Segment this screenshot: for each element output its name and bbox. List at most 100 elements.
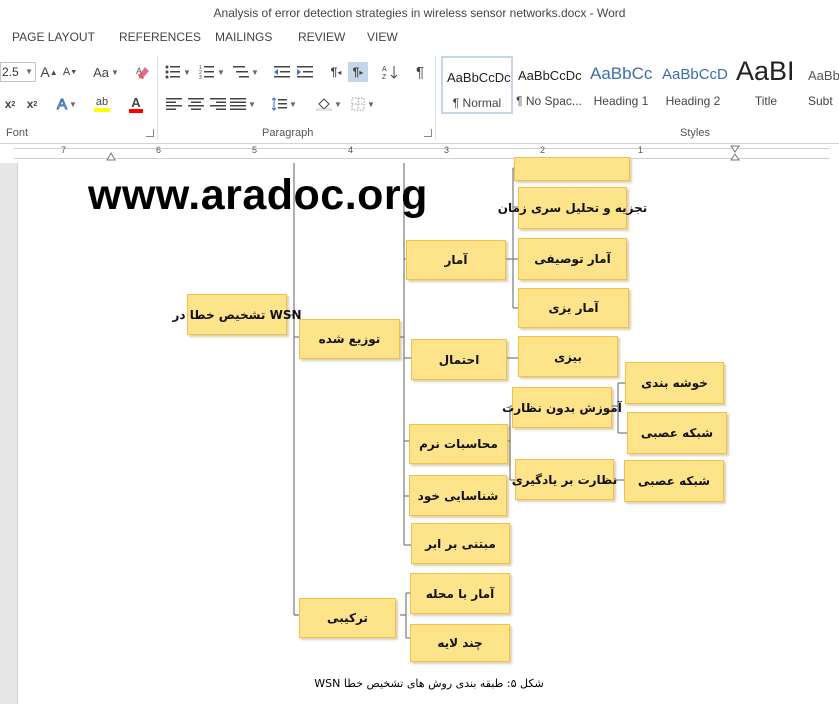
diagram-node-neural-net[interactable]: شبکه عصبی [627, 412, 727, 454]
tab-page-layout[interactable]: PAGE LAYOUT [12, 30, 95, 44]
style-heading-1[interactable]: AaBbCc Heading 1 [586, 56, 656, 114]
ruler-number: 3 [444, 145, 450, 155]
borders-button[interactable]: ▼ [348, 94, 378, 114]
font-color-swatch [129, 108, 143, 113]
align-right-button[interactable] [208, 94, 228, 114]
increase-indent-button[interactable] [295, 62, 315, 82]
horizontal-ruler[interactable]: 7 6 5 4 3 2 1 [0, 145, 839, 163]
window-title: Analysis of error detection strategies i… [213, 6, 626, 20]
decrease-indent-icon [274, 66, 290, 78]
diagram-node-clustering[interactable]: خوشه بندی [625, 362, 724, 404]
ruler-number: 5 [252, 145, 258, 155]
grow-font-button[interactable]: A ▲ [40, 62, 57, 82]
style-subtitle[interactable]: AaBb Subt [804, 56, 839, 114]
diagram-node-local-stats[interactable]: آمار با محله [410, 573, 510, 614]
shrink-font-button[interactable]: A ▼ [62, 62, 78, 82]
diagram-node-bayes[interactable]: بیزی [518, 336, 618, 377]
diagram-node-self-identification[interactable]: شناسایی خود [409, 475, 507, 516]
style-heading-2[interactable]: AaBbCcD Heading 2 [658, 56, 728, 114]
font-color-button[interactable]: A [121, 94, 151, 114]
sort-button[interactable]: AZ [380, 62, 400, 82]
svg-text:Z: Z [382, 74, 387, 80]
diagram-node-distributed[interactable]: توزیع شده [299, 319, 400, 359]
svg-text:A: A [136, 66, 142, 76]
diagram-node-neural-net[interactable]: شبکه عصبی [624, 460, 724, 502]
style-no-spacing[interactable]: AaBbCcDc ¶ No Spac... [514, 56, 584, 114]
ruler-number: 6 [156, 145, 162, 155]
ruler-number: 4 [348, 145, 354, 155]
borders-icon [351, 97, 365, 111]
diagram-node-supervised[interactable]: نظارت بر یادگیری [512, 459, 617, 500]
eraser-icon: A [136, 66, 149, 79]
diagram-node-descriptive-stats[interactable]: آمار توصیفی [518, 238, 627, 280]
diagram-node-hybrid[interactable]: ترکیبی [299, 598, 396, 638]
tab-view[interactable]: VIEW [367, 30, 398, 44]
rtl-direction-button[interactable]: ¶ ▸ [348, 62, 368, 82]
change-case-button[interactable]: Aa ▼ [90, 62, 122, 82]
diagram-node-multilayer[interactable]: چند لایه [410, 624, 510, 662]
ribbon-tabs: PAGE LAYOUT REFERENCES MAILINGS REVIEW V… [0, 26, 839, 50]
svg-text:A: A [382, 66, 387, 73]
font-size-select[interactable]: 2.5 ▼ [0, 62, 36, 82]
tab-mailings[interactable]: MAILINGS [215, 30, 272, 44]
bullets-icon [165, 65, 181, 79]
highlight-button[interactable]: ab [86, 94, 118, 114]
ribbon: 2.5 ▼ A ▲ A ▼ Aa ▼ A x2 x2 A ▼ ab A Font ▼ 1… [0, 50, 839, 144]
show-hide-button[interactable]: ¶ [410, 62, 430, 82]
styles-group-label: Styles [680, 127, 710, 139]
ltr-direction-button[interactable]: ¶ ◂ [326, 62, 346, 82]
align-left-button[interactable] [164, 94, 184, 114]
multilevel-list-button[interactable]: ▼ [232, 62, 260, 82]
document-page[interactable]: تشخیص خطا در WSN توزیع شده ترکیبی آمار ا… [17, 157, 839, 704]
ruler-number: 1 [638, 145, 644, 155]
watermark-text: www.aradoc.org [88, 171, 428, 219]
align-center-icon [188, 98, 204, 110]
bullets-button[interactable]: ▼ [164, 62, 192, 82]
tab-review[interactable]: REVIEW [298, 30, 345, 44]
clear-formatting-button[interactable]: A [133, 62, 153, 82]
diagram-node-partial[interactable] [514, 157, 630, 181]
text-effects-button[interactable]: A ▼ [55, 94, 79, 114]
group-separator [435, 56, 436, 140]
right-indent-marker-icon[interactable] [730, 145, 740, 163]
ruler-number: 2 [540, 145, 546, 155]
diagram-node-stats-planning[interactable]: آمار یزی [518, 288, 629, 328]
shading-button[interactable]: ▼ [314, 94, 344, 114]
tab-references[interactable]: REFERENCES [119, 30, 201, 44]
justify-button[interactable]: ▼ [230, 94, 256, 114]
diagram-node-probability[interactable]: احتمال [411, 339, 507, 380]
font-group-label: Font [6, 127, 29, 139]
multilevel-list-icon [233, 66, 250, 78]
subscript-button[interactable]: x2 [2, 94, 18, 114]
line-spacing-icon [271, 97, 288, 111]
align-left-icon [166, 98, 182, 110]
left-indent-marker-icon[interactable] [106, 151, 116, 161]
numbering-icon: 123 [199, 65, 215, 79]
diagram-node-time-series[interactable]: تجزیه و تحلیل سری زمان [498, 187, 647, 229]
style-title[interactable]: AaBI Title [730, 56, 802, 114]
diagram-node-statistics[interactable]: آمار [406, 240, 506, 280]
diagram-node-cloud-based[interactable]: مبتنی بر ابر [411, 523, 510, 564]
ruler-number: 7 [61, 145, 67, 155]
increase-indent-icon [297, 66, 313, 78]
figure-caption: شکل ۵: طبقه بندی روش های تشخیص خطا WSN [314, 677, 544, 690]
sort-icon: AZ [382, 66, 398, 80]
paint-bucket-icon [316, 98, 333, 111]
diagram-node-unsupervised[interactable]: آموزش بدون نظارت [502, 387, 622, 428]
superscript-button[interactable]: x2 [24, 94, 40, 114]
style-normal[interactable]: AaBbCcDc ¶ Normal [441, 56, 513, 114]
align-right-icon [210, 98, 226, 110]
align-center-button[interactable] [186, 94, 206, 114]
decrease-indent-button[interactable] [272, 62, 292, 82]
ruler-track [14, 148, 830, 159]
numbering-button[interactable]: 1 2 3 ▼ [198, 62, 226, 82]
diagram-node-root[interactable]: تشخیص خطا در WSN [173, 294, 302, 335]
paragraph-dialog-launcher-icon[interactable] [424, 129, 432, 137]
group-separator [157, 56, 158, 140]
chevron-down-icon: ▼ [25, 67, 33, 76]
line-spacing-button[interactable]: ▼ [270, 94, 298, 114]
document-area: تشخیص خطا در WSN توزیع شده ترکیبی آمار ا… [0, 157, 839, 704]
diagram-node-soft-computing[interactable]: محاسبات نرم [409, 424, 508, 464]
font-dialog-launcher-icon[interactable] [146, 129, 154, 137]
justify-icon [230, 98, 247, 110]
